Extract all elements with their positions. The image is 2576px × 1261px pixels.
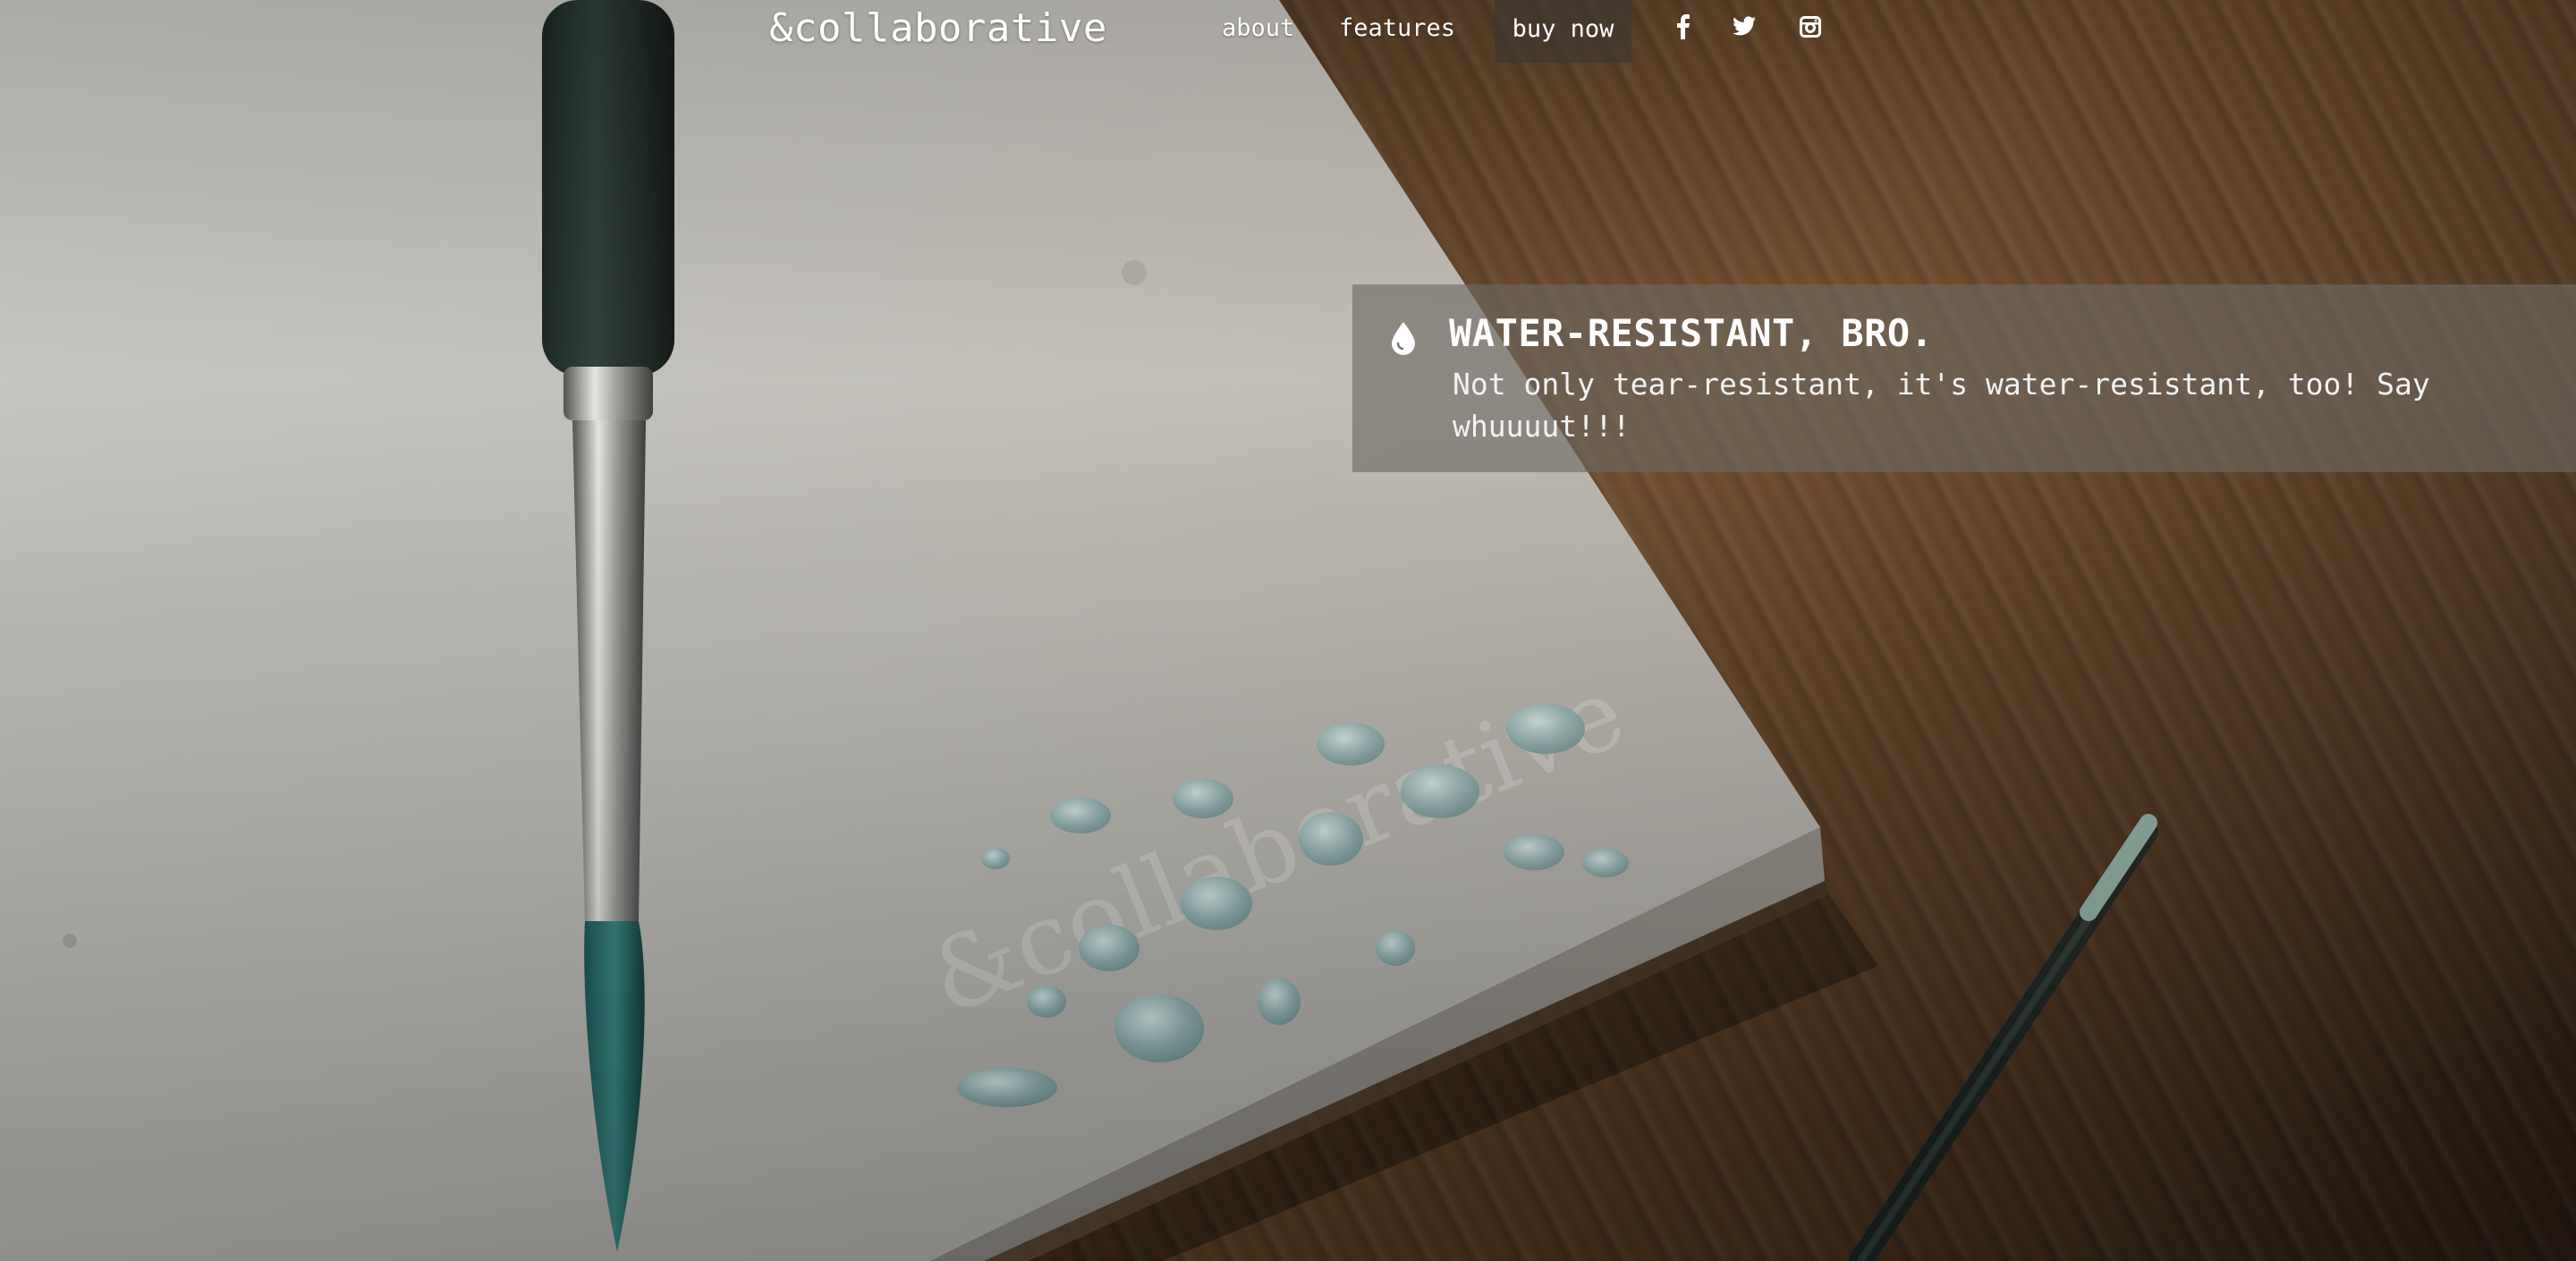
nav-link-about[interactable]: about xyxy=(1222,7,1294,50)
brand-logo[interactable]: &collaborative xyxy=(769,2,1107,55)
hero-background: &collaborative xyxy=(0,0,2576,1261)
top-navigation: &collaborative about features buy now xyxy=(0,0,2576,63)
water-drop-icon xyxy=(1390,320,1417,356)
feature-description: Not only tear-resistant, it's water-resi… xyxy=(1453,367,2430,444)
feature-callout: WATER-RESISTANT, BRO. Not only tear-resi… xyxy=(1352,284,2576,472)
nav-link-features[interactable]: features xyxy=(1339,7,1455,50)
buy-now-button[interactable]: buy now xyxy=(1495,0,1631,63)
facebook-icon[interactable] xyxy=(1669,13,1698,41)
paint-brush-image xyxy=(537,0,680,1261)
twitter-icon[interactable] xyxy=(1730,13,1758,41)
instagram-icon[interactable] xyxy=(1796,13,1825,41)
feature-title: WATER-RESISTANT, BRO. xyxy=(1449,311,1934,355)
pen-image xyxy=(1825,805,2200,1261)
